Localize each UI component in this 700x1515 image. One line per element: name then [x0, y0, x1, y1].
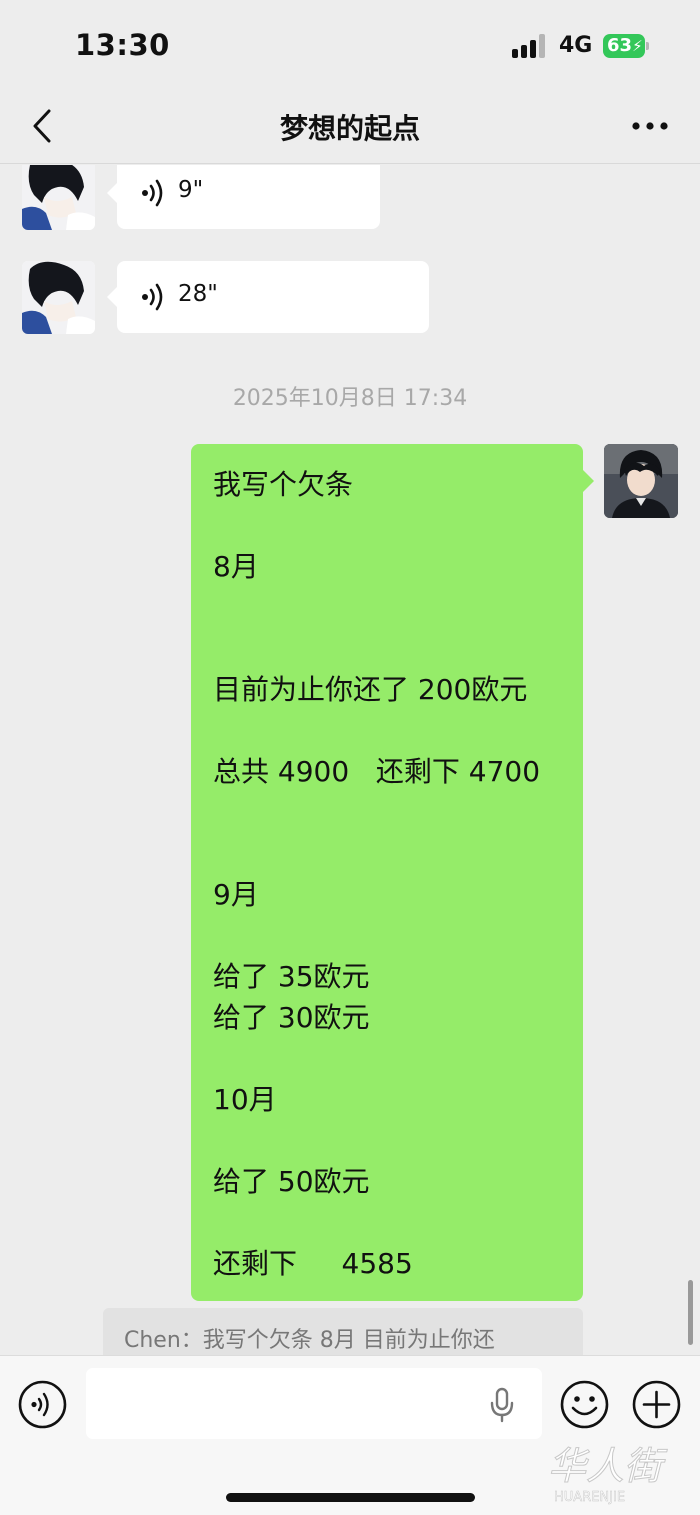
- voice-mode-button[interactable]: [18, 1380, 67, 1429]
- nav-bar: 梦想的起点: [0, 90, 700, 164]
- input-bar: 华人街 HUARENJIE: [0, 1355, 700, 1515]
- voice-wave-icon: [142, 179, 163, 207]
- avatar-illustration: [604, 444, 678, 518]
- chat-title: 梦想的起点: [279, 112, 420, 145]
- voice-duration: 9": [178, 177, 204, 203]
- status-time: 13:30: [75, 28, 170, 62]
- status-bar: 13:30 4G 63⚡: [0, 0, 700, 90]
- plus-icon: [632, 1380, 681, 1429]
- message-timestamp: 2025年10月8日 17:34: [232, 386, 468, 411]
- watermark-logo: 华人街 HUARENJIE: [548, 1444, 669, 1506]
- microphone-button[interactable]: [489, 1387, 515, 1423]
- message-input[interactable]: [86, 1368, 542, 1439]
- voice-duration: 28": [178, 281, 218, 307]
- emoji-button[interactable]: [560, 1380, 609, 1429]
- emoji-icon: [560, 1380, 609, 1429]
- voice-message-bubble[interactable]: 9": [107, 165, 380, 229]
- network-label: 4G: [559, 33, 593, 58]
- battery-icon: 63⚡: [603, 34, 649, 58]
- plus-button[interactable]: [632, 1380, 681, 1429]
- battery-level: 63: [607, 35, 633, 56]
- watermark-text: 华人街: [548, 1444, 668, 1488]
- contact-avatar[interactable]: [22, 261, 95, 334]
- voice-message-bubble[interactable]: 28": [107, 261, 429, 333]
- sent-message-text: 我写个欠条 8月 目前为止你还了 200欧元 总共 4900 还剩下 4700 …: [213, 468, 541, 1280]
- home-indicator: [226, 1493, 475, 1502]
- watermark-subtext: HUARENJIE: [554, 1490, 625, 1505]
- my-avatar[interactable]: [604, 444, 678, 518]
- chat-area[interactable]: 9" 28" 2025年10月8日 17:34 我写个欠条 8月 目前为止你还了…: [0, 165, 700, 1355]
- avatar-illustration: [22, 165, 95, 230]
- microphone-icon: [490, 1387, 514, 1423]
- more-button[interactable]: [626, 110, 674, 142]
- voice-mode-icon: [18, 1380, 67, 1429]
- sent-message-bubble[interactable]: 我写个欠条 8月 目前为止你还了 200欧元 总共 4900 还剩下 4700 …: [191, 444, 594, 1301]
- quoted-message[interactable]: Chen：我写个欠条 8月 目前为止你还: [103, 1308, 583, 1355]
- contact-avatar[interactable]: [22, 165, 95, 230]
- avatar-illustration: [22, 261, 95, 334]
- scrollbar[interactable]: [688, 1280, 693, 1345]
- voice-wave-icon: [142, 283, 163, 311]
- more-dots-icon: [632, 122, 668, 130]
- signal-icon: [512, 34, 548, 58]
